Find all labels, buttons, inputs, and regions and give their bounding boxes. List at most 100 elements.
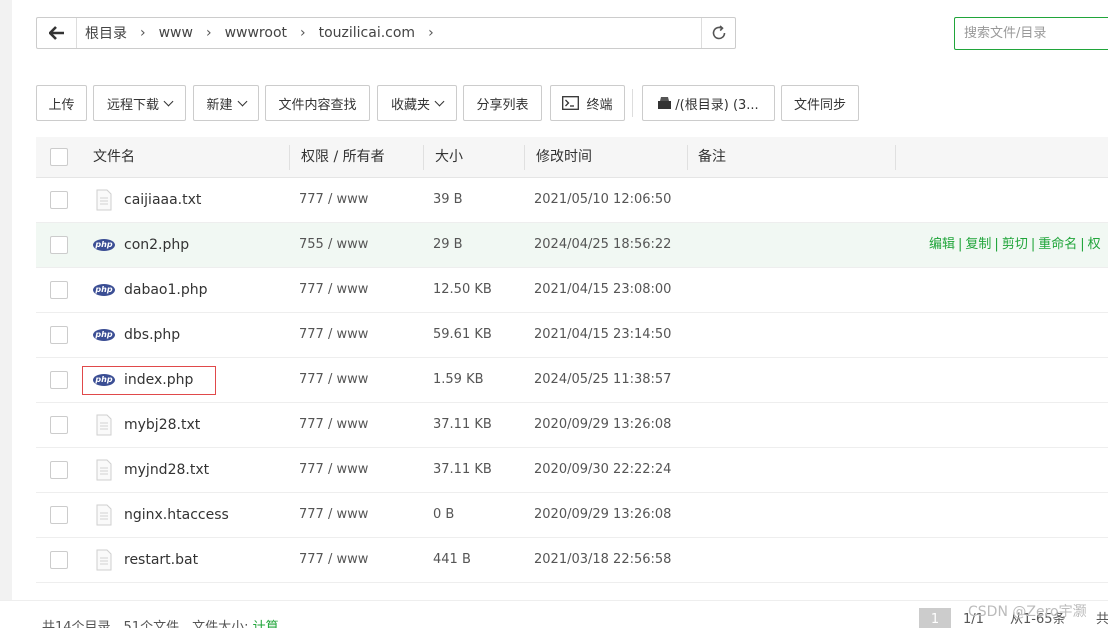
text-file-icon (96, 549, 112, 571)
column-header-name[interactable]: 文件名 (93, 137, 135, 178)
file-mtime: 2024/05/25 11:38:57 (534, 372, 672, 387)
php-file-icon: php (93, 374, 115, 386)
new-button[interactable]: 新建 (193, 85, 259, 121)
file-mtime: 2021/03/18 22:56:58 (534, 552, 672, 567)
row-op-0[interactable]: 编辑 (929, 237, 955, 252)
file-sync-button[interactable]: 文件同步 (781, 85, 859, 121)
table-row[interactable]: php index.php 777 / www 1.59 KB 2024/05/25 1… (36, 358, 1108, 403)
file-name[interactable]: con2.php (124, 223, 189, 267)
row-checkbox[interactable] (50, 371, 68, 389)
refresh-button[interactable] (701, 18, 735, 48)
toolbar-divider (632, 89, 633, 117)
terminal-icon (562, 96, 580, 110)
file-permission[interactable]: 777 / www (299, 493, 368, 537)
file-permission[interactable]: 777 / www (299, 403, 368, 447)
php-file-icon: php (93, 284, 115, 296)
file-size: 12.50 KB (433, 282, 492, 297)
column-header-size[interactable]: 大小 (435, 137, 463, 178)
page-total-count: 共 (1096, 612, 1108, 627)
column-header-mtime[interactable]: 修改时间 (536, 137, 592, 178)
disk-icon (658, 97, 672, 109)
file-permission[interactable]: 777 / www (299, 268, 368, 312)
column-divider (423, 145, 424, 170)
column-header-remark: 备注 (698, 149, 726, 165)
breadcrumb-www[interactable]: www (159, 25, 193, 41)
content-search-button[interactable]: 文件内容查找 (265, 85, 370, 121)
file-permission[interactable]: 777 / www (299, 538, 368, 582)
row-checkbox[interactable] (50, 281, 68, 299)
op-separator: | (958, 237, 963, 252)
file-size: 441 B (433, 552, 471, 567)
row-checkbox[interactable] (50, 236, 68, 254)
select-all-checkbox[interactable] (50, 148, 68, 166)
file-size: 0 B (433, 507, 455, 522)
table-row[interactable]: php dbs.php 777 / www 59.61 KB 2021/04/15 23… (36, 313, 1108, 358)
chevron-down-icon (163, 96, 174, 106)
row-checkbox[interactable] (50, 191, 68, 209)
table-row[interactable]: php dabao1.php 777 / www 12.50 KB 2021/04/15… (36, 268, 1108, 313)
upload-button[interactable]: 上传 (36, 85, 87, 121)
file-name[interactable]: myjnd28.txt (124, 448, 209, 492)
table-row[interactable]: nginx.htaccess 777 / www 0 B 2020/09/29 13:… (36, 493, 1108, 538)
breadcrumb-root[interactable]: 根目录 (85, 23, 127, 43)
table-row[interactable]: myjnd28.txt 777 / www 37.11 KB 2020/09/30 2… (36, 448, 1108, 493)
row-op-4[interactable]: 权 (1088, 237, 1101, 252)
breadcrumb-site[interactable]: touzilicai.com (319, 25, 415, 41)
terminal-button[interactable]: 终端 (550, 85, 625, 121)
file-size: 59.61 KB (433, 327, 492, 342)
breadcrumb: 根目录 › www › wwwroot › touzilicai.com › (77, 18, 701, 48)
file-size: 1.59 KB (433, 372, 484, 387)
column-header-permission[interactable]: 权限 / 所有者 (301, 137, 385, 178)
search-input[interactable] (954, 17, 1108, 50)
footer-summary: 共14个目录，51个文件，文件大小: 计算 (42, 616, 279, 628)
table-row[interactable]: php con2.php 755 / www 29 B 2024/04/25 18:56… (36, 223, 1108, 268)
table-header: 文件名 权限 / 所有者 大小 修改时间 备注 (36, 137, 1108, 178)
file-permission[interactable]: 777 / www (299, 178, 368, 222)
row-op-3[interactable]: 重命名 (1038, 237, 1077, 252)
calc-size-link[interactable]: 计算 (253, 620, 279, 628)
breadcrumb-wwwroot[interactable]: wwwroot (225, 25, 287, 41)
chevron-right-icon: › (205, 25, 212, 41)
table-row[interactable]: restart.bat 777 / www 441 B 2021/03/18 22:5… (36, 538, 1108, 583)
file-name[interactable]: dbs.php (124, 313, 180, 357)
table-row[interactable]: caijiaaa.txt 777 / www 39 B 2021/05/10 12:0… (36, 178, 1108, 223)
file-mtime: 2020/09/29 13:26:08 (534, 507, 672, 522)
op-separator: | (1030, 237, 1036, 252)
chevron-down-icon (434, 96, 445, 106)
share-list-button[interactable]: 分享列表 (463, 85, 542, 121)
file-permission[interactable]: 755 / www (299, 223, 368, 267)
file-permission[interactable]: 777 / www (299, 358, 368, 402)
file-mtime: 2021/04/15 23:14:50 (534, 327, 672, 342)
file-mtime: 2024/04/25 18:56:22 (534, 237, 672, 252)
row-checkbox[interactable] (50, 326, 68, 344)
file-permission[interactable]: 777 / www (299, 313, 368, 357)
row-checkbox[interactable] (50, 416, 68, 434)
table-row[interactable]: mybj28.txt 777 / www 37.11 KB 2020/09/29 13… (36, 403, 1108, 448)
file-mtime: 2021/05/10 12:06:50 (534, 192, 672, 207)
op-separator: | (994, 237, 999, 252)
file-name[interactable]: mybj28.txt (124, 403, 200, 447)
file-name[interactable]: caijiaaa.txt (124, 178, 201, 222)
file-permission[interactable]: 777 / www (299, 448, 368, 492)
refresh-icon (712, 25, 725, 40)
file-name[interactable]: restart.bat (124, 538, 198, 582)
column-divider (687, 145, 688, 170)
remote-download-button[interactable]: 远程下载 (93, 85, 186, 121)
column-divider (524, 145, 525, 170)
page-current[interactable]: 1 (919, 608, 951, 628)
row-checkbox[interactable] (50, 551, 68, 569)
row-op-1[interactable]: 复制 (965, 237, 991, 252)
row-checkbox[interactable] (50, 461, 68, 479)
row-checkbox[interactable] (50, 506, 68, 524)
file-mtime: 2020/09/29 13:26:08 (534, 417, 672, 432)
disk-button[interactable]: /(根目录) (3... (642, 85, 775, 121)
text-file-icon (96, 189, 112, 211)
file-name[interactable]: index.php (124, 358, 193, 402)
row-op-2[interactable]: 剪切 (1002, 237, 1028, 252)
chevron-right-icon: › (300, 25, 306, 41)
favorites-button[interactable]: 收藏夹 (377, 85, 457, 121)
php-file-icon: php (93, 329, 115, 341)
back-button[interactable] (37, 18, 77, 48)
file-name[interactable]: dabao1.php (124, 268, 208, 312)
file-name[interactable]: nginx.htaccess (124, 493, 229, 537)
